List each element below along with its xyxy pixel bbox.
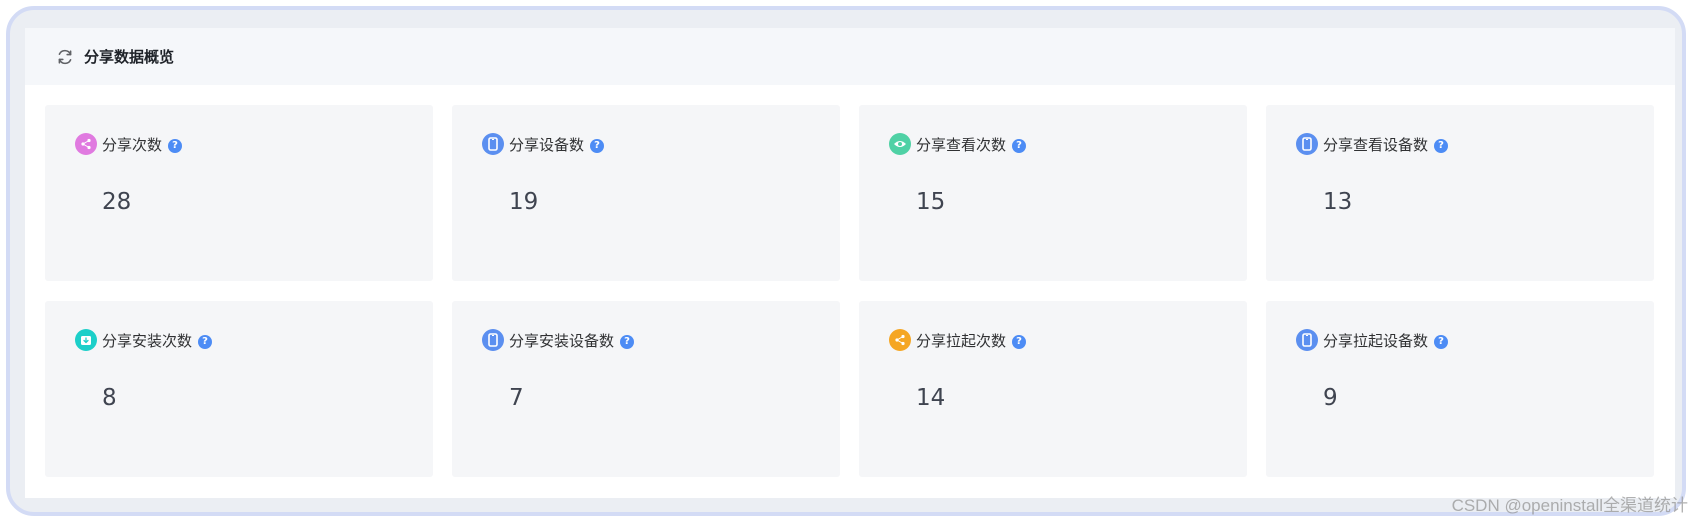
metric-label: 分享设备数 — [509, 135, 585, 154]
metric-card: 分享拉起次数? 14 — [859, 301, 1247, 477]
metric-value: 8 — [102, 385, 117, 411]
metric-card: 分享查看次数? 15 — [859, 105, 1247, 281]
panel-header: 分享数据概览 — [25, 28, 1675, 85]
metric-value: 15 — [916, 189, 946, 215]
help-icon[interactable]: ? — [198, 334, 213, 349]
help-icon[interactable]: ? — [590, 138, 605, 153]
help-icon[interactable]: ? — [1434, 334, 1449, 349]
metric-value: 19 — [509, 189, 539, 215]
help-icon[interactable]: ? — [1012, 334, 1027, 349]
metric-card-header: 分享拉起次数? — [889, 329, 1027, 351]
metric-card-header: 分享拉起设备数? — [1296, 329, 1449, 351]
metric-value: 28 — [102, 189, 132, 215]
phone-icon — [1296, 133, 1318, 155]
metric-label: 分享安装次数 — [102, 331, 193, 350]
metric-card: 分享拉起设备数? 9 — [1266, 301, 1654, 477]
help-icon[interactable]: ? — [168, 138, 183, 153]
metric-card-header: 分享次数? — [75, 133, 183, 155]
help-icon[interactable]: ? — [1434, 138, 1449, 153]
panel-title: 分享数据概览 — [84, 48, 175, 66]
phone-icon — [482, 133, 504, 155]
metric-card: 分享次数? 28 — [45, 105, 433, 281]
metric-label: 分享查看次数 — [916, 135, 1007, 154]
metric-card: 分享安装次数? 8 — [45, 301, 433, 477]
metric-grid: 分享次数? 28 分享设备数? 19 分享查看次数? 15 分享查看设备数? 13 分享安装次数… — [45, 105, 1655, 477]
metric-label: 分享安装设备数 — [509, 331, 615, 350]
watermark: CSDN @openinstall全渠道统计 — [1451, 496, 1688, 515]
metric-value: 13 — [1323, 189, 1353, 215]
help-icon[interactable]: ? — [1012, 138, 1027, 153]
metric-card-header: 分享设备数? — [482, 133, 605, 155]
phone-icon — [482, 329, 504, 351]
phone-icon — [1296, 329, 1318, 351]
metric-card: 分享设备数? 19 — [452, 105, 840, 281]
metric-card: 分享查看设备数? 13 — [1266, 105, 1654, 281]
metric-value: 9 — [1323, 385, 1338, 411]
metric-card-header: 分享安装设备数? — [482, 329, 635, 351]
metric-card: 分享安装设备数? 7 — [452, 301, 840, 477]
metric-value: 7 — [509, 385, 524, 411]
metric-label: 分享拉起设备数 — [1323, 331, 1429, 350]
help-icon[interactable]: ? — [620, 334, 635, 349]
share-icon — [889, 329, 911, 351]
eye-icon — [889, 133, 911, 155]
metric-label: 分享查看设备数 — [1323, 135, 1429, 154]
metric-value: 14 — [916, 385, 946, 411]
metric-card-header: 分享安装次数? — [75, 329, 213, 351]
install-icon — [75, 329, 97, 351]
metric-label: 分享拉起次数 — [916, 331, 1007, 350]
refresh-icon[interactable] — [56, 48, 74, 66]
share-overview-panel: 分享数据概览 分享次数? 28 分享设备数? 19 分享查看次数? 15 分享查看设备数? 1… — [25, 28, 1675, 498]
metric-card-header: 分享查看次数? — [889, 133, 1027, 155]
metric-label: 分享次数 — [102, 135, 163, 154]
metric-card-header: 分享查看设备数? — [1296, 133, 1449, 155]
share-icon — [75, 133, 97, 155]
